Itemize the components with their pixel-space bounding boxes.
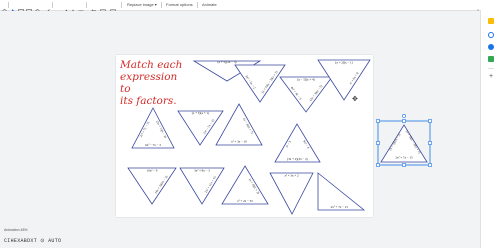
slide-code: CIHEXABDXT ⊙ AUTO (4, 238, 62, 244)
resize-handle[interactable] (376, 141, 380, 145)
triangle-tile[interactable]: (x − 3)(x + 7)x² + 3x − 10 (215, 103, 263, 146)
edge-label: x² + 2x − 35 (237, 199, 253, 203)
resize-handle[interactable] (376, 163, 380, 167)
edge-label: 3x² + 8x − 3 (194, 168, 210, 172)
edge-label: (x + 5)(2x − 3) (218, 60, 237, 64)
resize-handle[interactable] (376, 119, 380, 123)
resize-handle[interactable] (402, 163, 406, 167)
triangle-outline (179, 167, 225, 205)
edge-label: x² + 3x − 10 (231, 140, 247, 144)
triangle-outline (234, 64, 286, 103)
triangle-tile[interactable]: (x − 5)(x + 4)(2x + 3)(x − 5)4x² + 4x − … (279, 76, 333, 113)
selected-triangle[interactable]: 2x² + 7x − 15(x + 5)(2x − 3) (x + 5)(x − … (377, 120, 431, 166)
resize-handle[interactable] (402, 119, 406, 123)
triangle-outline (177, 110, 224, 146)
edge-label: (x − 5)(x + 4) (297, 77, 314, 81)
edge-label: 2x² + 7x − 15 (331, 205, 349, 209)
triangle-tile[interactable]: 2x² + 7x − 15 (317, 172, 366, 211)
triangle-tile[interactable]: 3x² + 8x − 32x² + 11x + 15 (179, 167, 225, 205)
triangle-tile[interactable]: x² + 3x + 2 (269, 172, 314, 215)
rotate-handle[interactable] (402, 114, 406, 118)
edge-label: 2x² + 7x − 15 (395, 156, 413, 160)
edge-label: (x + 2)(x − 1) (335, 61, 352, 65)
resize-handle[interactable] (428, 119, 432, 123)
triangle-outline (279, 76, 333, 113)
edge-label: x² + 3x + 2 (284, 174, 299, 178)
edge-label: (x + 5)(x + 1) (192, 111, 209, 115)
edge-label: 16x² − 9 (147, 168, 158, 172)
triangle-tile[interactable]: (x + 5)(x + 1)2x² − 7x − 15 (177, 110, 224, 146)
triangle-outline (269, 172, 314, 215)
resize-handle[interactable] (428, 141, 432, 145)
triangle-puzzle: (x + 5)(2x − 3)(x + 5)(x − 3)(x + 1)3x² … (127, 59, 432, 215)
triangle-tile[interactable]: (x + 4)(x + 2)x² + 2x − 35 (221, 165, 269, 205)
edge-label: 6x² − 7x − 3 (145, 143, 161, 147)
triangle-tile[interactable]: (3x + 1)(x − 2)6x² − 7x − 32x² + 7x − 15 (131, 107, 175, 149)
edge-label: (3x + 2)(3x − 2) (287, 157, 308, 161)
resize-handle[interactable] (428, 163, 432, 167)
triangle-outline (127, 167, 177, 205)
triangle-tile[interactable]: 16x² − 9(4x + 3)(4x − 3) (127, 167, 177, 205)
move-cursor-icon: ✥ (352, 96, 358, 103)
triangle-tile[interactable]: 9x² − 4(3x + 2)(3x − 2)x² − 9 (274, 123, 321, 163)
animation-status: Animation 48% (4, 228, 28, 232)
triangle-tile[interactable]: (x + 5)(x − 3)(x + 1)3x² − 5x − 2 (234, 64, 286, 103)
